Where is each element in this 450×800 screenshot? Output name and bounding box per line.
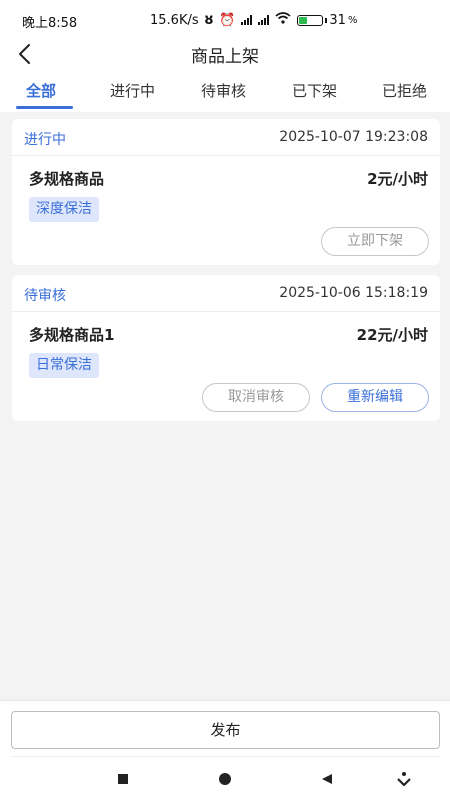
status-time: 晚上8:58 [22,16,78,31]
signal-icon-1 [241,15,253,25]
triangle-back-icon [322,774,332,784]
delist-button[interactable]: 立即下架 [321,227,429,256]
tab-delisted[interactable]: 已下架 [292,80,337,101]
assistant-button[interactable] [396,771,412,791]
tab-bar: 全部 进行中 待审核 已下架 已拒绝 [0,70,450,112]
status-icons: 15.6K/s ȣ ⏰ 31% [150,12,435,28]
battery-level: 31 [329,12,346,28]
card-header: 待审核 2025-10-06 15:18:19 [12,275,440,312]
tab-all[interactable]: 全部 [26,80,56,101]
tab-in-progress[interactable]: 进行中 [110,80,155,101]
tab-pending-review[interactable]: 待审核 [201,80,246,101]
product-name: 多规格商品 [29,170,105,188]
page-title: 商品上架 [191,47,259,67]
product-price: 22元/小时 [356,326,428,344]
product-name: 多规格商品1 [29,326,115,344]
square-icon [118,774,128,784]
divider [11,756,440,757]
wifi-icon [275,12,291,28]
card-status: 待审核 [24,288,66,304]
back-nav-button[interactable] [320,771,334,790]
cancel-review-button[interactable]: 取消审核 [202,383,310,412]
recents-button[interactable] [116,771,130,790]
bottom-bar: 发布 [0,700,450,800]
signal-icon-2 [258,15,270,25]
alarm-icon: ⏰ [219,12,236,28]
category-tag: 深度保洁 [29,197,99,222]
network-speed: 15.6K/s [150,12,199,28]
download-icon [397,772,411,787]
nav-bar: 商品上架 [0,40,450,70]
publish-button[interactable]: 发布 [11,711,440,749]
bluetooth-icon: ȣ [204,12,214,28]
re-edit-button[interactable]: 重新编辑 [321,383,429,412]
product-price: 2元/小时 [367,170,428,188]
tab-active-indicator [16,106,73,109]
product-card[interactable]: 进行中 2025-10-07 19:23:08 多规格商品 2元/小时 深度保洁… [12,119,440,265]
card-status: 进行中 [24,132,66,148]
circle-icon [219,773,231,785]
battery-icon: 31% [297,13,357,28]
home-button[interactable] [218,771,232,790]
status-bar: 晚上8:58 15.6K/s ȣ ⏰ 31% [0,0,450,40]
tab-rejected[interactable]: 已拒绝 [382,80,427,101]
card-timestamp: 2025-10-06 15:18:19 [279,285,428,301]
category-tag: 日常保洁 [29,353,99,378]
card-header: 进行中 2025-10-07 19:23:08 [12,119,440,156]
card-timestamp: 2025-10-07 19:23:08 [279,129,428,145]
product-card[interactable]: 待审核 2025-10-06 15:18:19 多规格商品1 22元/小时 日常… [12,275,440,421]
